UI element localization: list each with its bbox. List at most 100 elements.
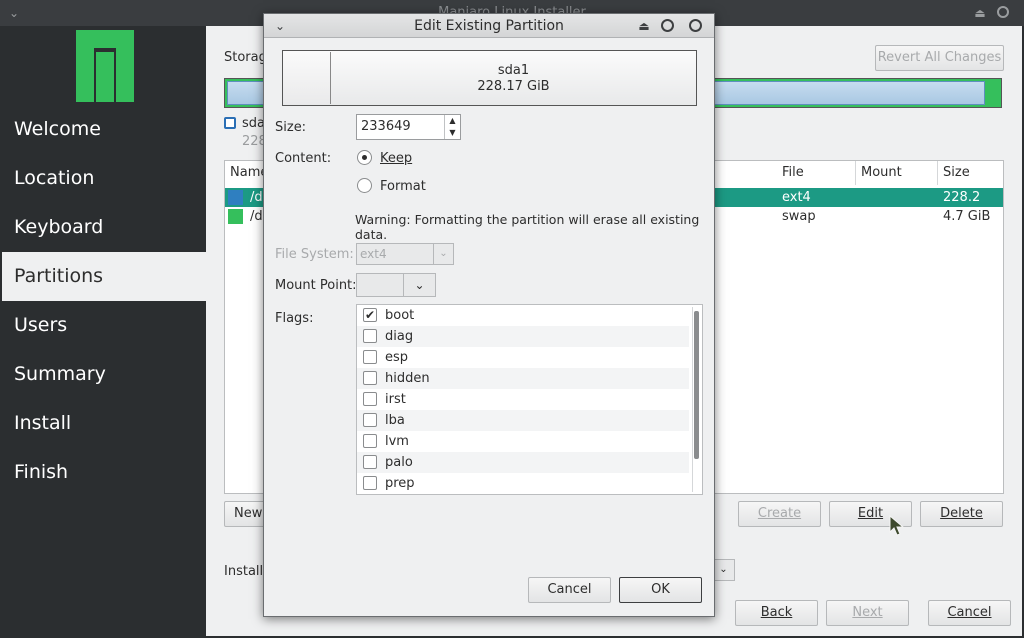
file-system-combo[interactable]: ext4 ⌄ <box>356 243 454 265</box>
close-dialog-icon[interactable] <box>689 19 702 32</box>
install-bootloader-label: Install <box>224 564 264 579</box>
size-label: Size: <box>275 120 307 135</box>
partition-preview-size: 228.17 GiB <box>477 79 550 94</box>
flag-esp[interactable]: esp <box>357 347 689 368</box>
flag-palo[interactable]: palo <box>357 452 689 473</box>
size-spinbox[interactable]: 233649 ▲ ▼ <box>356 114 461 140</box>
shade-icon[interactable]: ⏏ <box>972 5 988 21</box>
cancel-button-label: Cancel <box>947 605 992 620</box>
dialog-titlebar: ⌄ Edit Existing Partition ⏏ <box>264 14 714 38</box>
partition-preview-name: sda1 <box>497 63 530 78</box>
checkbox-checked-icon[interactable]: ✔ <box>363 308 377 322</box>
column-header-mount-point[interactable]: Mount Point <box>856 161 938 204</box>
chevron-down-icon: ⌄ <box>433 244 453 264</box>
edit-partition-dialog: ⌄ Edit Existing Partition ⏏ sda1 228.17 … <box>263 13 715 617</box>
mount-point-combo[interactable]: ⌄ <box>356 273 436 297</box>
mouse-pointer-icon <box>889 514 905 536</box>
delete-button-label: Delete <box>940 506 983 521</box>
device-legend-icon <box>224 117 236 129</box>
back-button-label: Back <box>760 605 793 620</box>
column-header-file-system[interactable]: File System <box>777 161 856 204</box>
checkbox-icon[interactable] <box>363 413 377 427</box>
maximize-icon[interactable] <box>661 19 674 32</box>
checkbox-icon[interactable] <box>363 350 377 364</box>
sidebar-item-welcome[interactable]: Welcome <box>2 105 206 154</box>
back-button[interactable]: Back <box>735 600 818 626</box>
flags-scrollbar-handle[interactable] <box>694 311 699 459</box>
device-name: sda <box>242 116 265 131</box>
dialog-ok-button[interactable]: OK <box>619 577 702 603</box>
format-warning: Warning: Formatting the partition will e… <box>355 212 700 242</box>
flags-label: Flags: <box>275 311 314 326</box>
chevron-down-icon: ⌄ <box>719 564 728 575</box>
flag-label: boot <box>385 308 415 323</box>
sidebar-item-users[interactable]: Users <box>2 301 206 350</box>
checkbox-icon[interactable] <box>363 371 377 385</box>
flag-label: irst <box>385 392 406 407</box>
sidebar-item-install[interactable]: Install <box>2 399 206 448</box>
edit-button-label: Edit <box>857 506 884 521</box>
flag-lba[interactable]: lba <box>357 410 689 431</box>
mount-point-label: Mount Point: <box>275 278 357 293</box>
format-radio[interactable] <box>357 178 372 193</box>
partition-preview-bar: sda1 228.17 GiB <box>282 50 697 106</box>
chevron-down-icon: ⌄ <box>403 274 435 296</box>
checkbox-icon[interactable] <box>363 476 377 490</box>
partition-name: /d <box>250 209 263 224</box>
file-system-value: ext4 <box>360 247 387 261</box>
keep-radio[interactable] <box>357 150 372 165</box>
sidebar-item-partitions[interactable]: Partitions <box>2 252 206 301</box>
sidebar-item-finish[interactable]: Finish <box>2 448 206 497</box>
file-system-label: File System: <box>275 247 354 262</box>
partition-color-swatch <box>228 209 243 224</box>
decrement-arrow-icon[interactable]: ▼ <box>444 127 460 139</box>
flag-label: palo <box>385 455 413 470</box>
flag-label: lba <box>385 413 405 428</box>
dialog-cancel-button[interactable]: Cancel <box>528 577 611 603</box>
flags-list: ✔ boot diag esp hidden irst lba lvm palo … <box>356 304 703 495</box>
next-button-label: Next <box>852 605 883 620</box>
flag-label: diag <box>385 329 414 344</box>
flag-irst[interactable]: irst <box>357 389 689 410</box>
flag-lvm[interactable]: lvm <box>357 431 689 452</box>
increment-arrow-icon[interactable]: ▲ <box>444 115 460 127</box>
cancel-button[interactable]: Cancel <box>928 600 1011 626</box>
keep-radio-label: Keep <box>380 151 412 166</box>
flag-label: prep <box>385 476 415 491</box>
flag-label: lvm <box>385 434 409 449</box>
partition-name: /d <box>250 190 263 205</box>
column-header-size[interactable]: Size <box>938 161 1004 185</box>
checkbox-icon[interactable] <box>363 392 377 406</box>
checkbox-icon[interactable] <box>363 455 377 469</box>
checkbox-icon[interactable] <box>363 329 377 343</box>
sidebar-item-keyboard[interactable]: Keyboard <box>2 203 206 252</box>
checkbox-icon[interactable] <box>363 434 377 448</box>
manjaro-logo <box>76 30 134 102</box>
format-radio-label: Format <box>380 179 426 194</box>
sidebar-item-summary[interactable]: Summary <box>2 350 206 399</box>
shade-icon[interactable]: ⏏ <box>636 18 652 34</box>
revert-all-changes-button[interactable]: Revert All Changes <box>875 45 1004 71</box>
sidebar-item-location[interactable]: Location <box>2 154 206 203</box>
flag-label: esp <box>385 350 409 365</box>
create-button[interactable]: Create <box>738 501 821 527</box>
close-window-icon[interactable] <box>997 6 1009 18</box>
content-label: Content: <box>275 151 332 166</box>
flag-diag[interactable]: diag <box>357 326 689 347</box>
size-value: 233649 <box>361 119 411 134</box>
create-button-label: Create <box>757 506 802 521</box>
sidebar: Welcome Location Keyboard Partitions Use… <box>2 26 206 638</box>
next-button[interactable]: Next <box>826 600 909 626</box>
delete-button[interactable]: Delete <box>920 501 1003 527</box>
flag-hidden[interactable]: hidden <box>357 368 689 389</box>
partition-fs: ext4 <box>782 190 811 205</box>
flag-boot[interactable]: ✔ boot <box>357 305 689 326</box>
column-header-name[interactable]: Name <box>225 161 268 185</box>
partition-color-swatch <box>228 190 243 205</box>
preceding-partition-segment <box>284 52 331 104</box>
bootloader-dropdown[interactable]: ⌄ <box>712 559 735 581</box>
flag-label: hidden <box>385 371 430 386</box>
partition-fs: swap <box>782 209 816 224</box>
flag-prep[interactable]: prep <box>357 473 689 494</box>
keep-label-text: Keep <box>380 151 413 166</box>
